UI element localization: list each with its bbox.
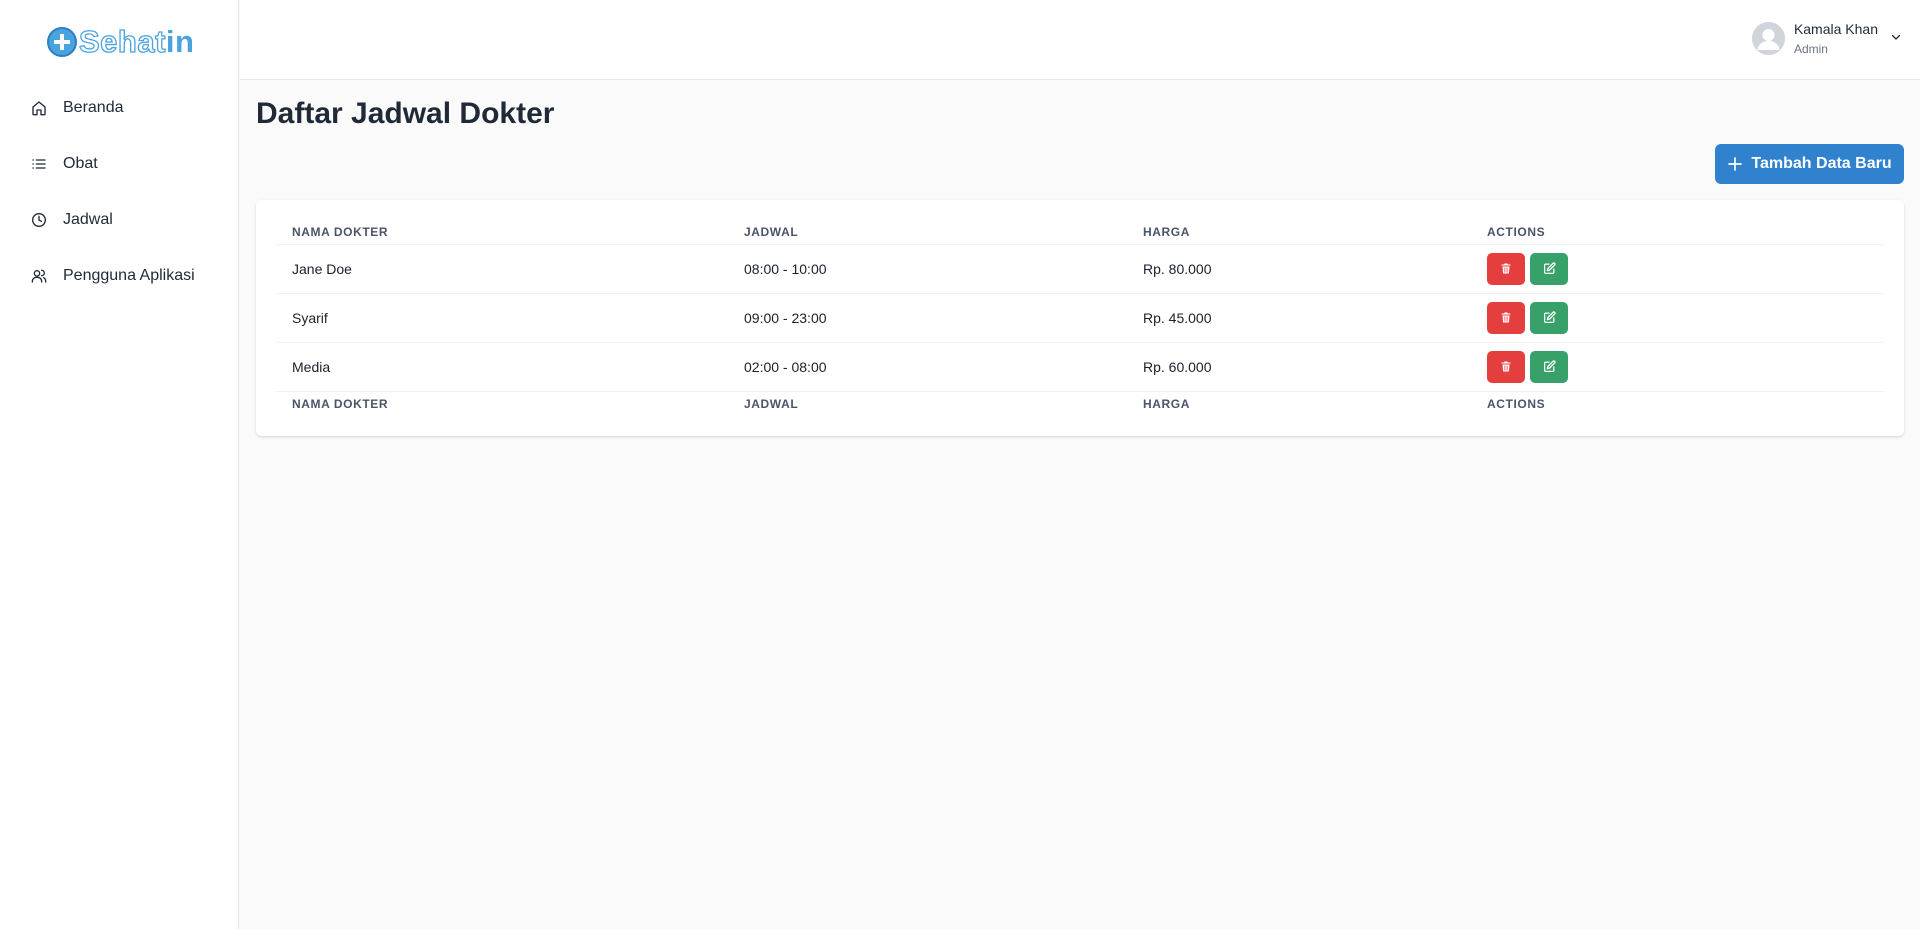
trash-icon <box>1501 361 1511 372</box>
plus-logo-icon <box>47 27 77 57</box>
footer-header-nama-dokter: NAMA DOKTER <box>292 397 389 412</box>
list-icon <box>31 156 47 172</box>
sidebar-item-obat[interactable]: Obat <box>0 136 239 192</box>
trash-icon <box>1501 263 1511 274</box>
top-bar: Kamala Khan Admin <box>240 0 1920 80</box>
sidebar-item-label: Jadwal <box>63 211 113 228</box>
table-row: Media 02:00 - 08:00 Rp. 60.000 <box>276 342 1884 392</box>
column-header-jadwal: JADWAL <box>728 220 1127 245</box>
sidebar-item-beranda[interactable]: Beranda <box>0 80 239 136</box>
cell-actions <box>1471 342 1884 392</box>
user-info: Kamala Khan Admin <box>1794 22 1878 55</box>
cell-jadwal: 02:00 - 08:00 <box>728 342 1127 392</box>
sidebar-nav: Beranda Obat Jadwal Pengguna Aplikasi <box>0 80 239 304</box>
cell-harga: Rp. 80.000 <box>1127 244 1471 294</box>
schedule-table: NAMA DOKTER JADWAL HARGA ACTIONS Jane Do… <box>276 220 1884 417</box>
edit-button[interactable] <box>1530 252 1568 285</box>
app-root: Sehatin Beranda Obat Jadwal Pengguna Apl… <box>0 0 1920 929</box>
user-avatar-icon <box>1751 22 1785 55</box>
footer-header-actions: ACTIONS <box>1487 397 1546 412</box>
sidebar: Sehatin Beranda Obat Jadwal Pengguna Apl… <box>0 0 239 929</box>
cell-nama-dokter: Syarif <box>276 293 728 343</box>
cell-nama-dokter: Jane Doe <box>276 244 728 294</box>
cell-nama-dokter: Media <box>276 342 728 392</box>
logo[interactable]: Sehatin <box>47 23 195 60</box>
home-icon <box>31 100 47 116</box>
footer-header-harga: HARGA <box>1143 397 1190 412</box>
page-title: Daftar Jadwal Dokter <box>256 97 555 130</box>
logo-text-sehat: Sehat <box>78 23 166 59</box>
logo-text: Sehatin <box>78 23 195 60</box>
add-button-label: Tambah Data Baru <box>1751 155 1892 172</box>
table-header: NAMA DOKTER JADWAL HARGA ACTIONS <box>276 220 1884 245</box>
footer-header-jadwal: JADWAL <box>744 397 799 412</box>
table-row: Jane Doe 08:00 - 10:00 Rp. 80.000 <box>276 244 1884 294</box>
cell-harga: Rp. 60.000 <box>1127 342 1471 392</box>
plus-icon <box>1727 156 1743 172</box>
sidebar-item-label: Obat <box>63 155 98 172</box>
users-icon <box>31 268 47 284</box>
table-row: Syarif 09:00 - 23:00 Rp. 45.000 <box>276 293 1884 343</box>
edit-icon <box>1543 262 1556 274</box>
user-role: Admin <box>1793 42 1828 56</box>
sidebar-item-label: Beranda <box>63 99 124 116</box>
schedule-table-card: NAMA DOKTER JADWAL HARGA ACTIONS Jane Do… <box>256 200 1904 436</box>
cell-actions <box>1471 293 1884 343</box>
edit-button[interactable] <box>1530 350 1568 383</box>
chevron-down-icon[interactable] <box>1890 30 1902 48</box>
delete-button[interactable] <box>1487 252 1525 285</box>
clock-icon <box>31 212 47 228</box>
edit-button[interactable] <box>1530 301 1568 334</box>
user-name: Kamala Khan <box>1793 21 1878 37</box>
column-header-actions: ACTIONS <box>1471 220 1884 245</box>
edit-icon <box>1543 360 1556 372</box>
sidebar-item-jadwal[interactable]: Jadwal <box>0 192 239 248</box>
sidebar-item-label: Pengguna Aplikasi <box>63 267 195 284</box>
logo-text-in: in <box>165 24 195 59</box>
avatar <box>1751 22 1785 55</box>
cell-jadwal: 08:00 - 10:00 <box>728 244 1127 294</box>
sidebar-item-pengguna-aplikasi[interactable]: Pengguna Aplikasi <box>0 248 239 304</box>
cell-actions <box>1471 244 1884 294</box>
edit-icon <box>1543 311 1556 323</box>
column-header-harga: HARGA <box>1127 220 1471 245</box>
add-data-button[interactable]: Tambah Data Baru <box>1715 144 1904 184</box>
column-header-nama-dokter: NAMA DOKTER <box>276 220 728 245</box>
cell-harga: Rp. 45.000 <box>1127 293 1471 343</box>
cell-jadwal: 09:00 - 23:00 <box>728 293 1127 343</box>
delete-button[interactable] <box>1487 350 1525 383</box>
table-footer: NAMA DOKTER JADWAL HARGA ACTIONS <box>276 391 1884 417</box>
trash-icon <box>1501 312 1511 323</box>
delete-button[interactable] <box>1487 301 1525 334</box>
user-menu[interactable]: Kamala Khan Admin <box>1751 22 1902 55</box>
